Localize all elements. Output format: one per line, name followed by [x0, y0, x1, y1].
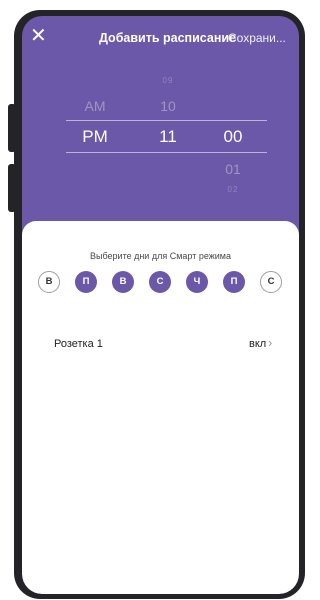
minute-option-below[interactable]: 01: [208, 161, 258, 177]
save-button[interactable]: Сохрани...: [228, 31, 288, 45]
header: ✕ Добавить расписание Сохрани...: [22, 16, 299, 60]
day-selector: В П В С Ч П С: [38, 271, 299, 295]
day-button-friday[interactable]: П: [223, 271, 245, 293]
day-button-wednesday[interactable]: С: [149, 271, 171, 293]
socket-row[interactable]: Розетка 1 вкл ›: [22, 335, 299, 355]
day-button-saturday[interactable]: С: [260, 271, 282, 293]
selection-line-bottom: [66, 152, 267, 153]
ampm-selected[interactable]: PM: [70, 127, 120, 147]
socket-state: вкл: [249, 338, 267, 350]
time-picker[interactable]: 09 AM 10 PM 11 00 01 02: [22, 60, 299, 230]
close-icon[interactable]: ✕: [30, 26, 47, 46]
schedule-sheet: Выберите дни для Смарт режима В П В С Ч …: [22, 221, 299, 594]
screen: ✕ Добавить расписание Сохрани... 09 AM 1…: [22, 16, 299, 594]
volume-down-button: [8, 164, 16, 212]
minute-selected[interactable]: 00: [208, 127, 258, 147]
page-title: Добавить расписание: [99, 31, 237, 45]
socket-name: Розетка 1: [54, 338, 103, 350]
ampm-option-am[interactable]: AM: [70, 98, 120, 114]
day-button-sunday[interactable]: В: [38, 271, 60, 293]
hour-selected[interactable]: 11: [148, 127, 188, 147]
days-prompt: Выберите дни для Смарт режима: [90, 251, 231, 261]
day-button-thursday[interactable]: Ч: [186, 271, 208, 293]
hour-option-above[interactable]: 10: [148, 98, 188, 114]
selection-line-top: [66, 120, 267, 121]
day-button-tuesday[interactable]: В: [112, 271, 134, 293]
hour-option-top[interactable]: 09: [148, 76, 188, 85]
volume-up-button: [8, 104, 16, 152]
chevron-right-icon: ›: [268, 335, 273, 350]
day-button-monday[interactable]: П: [75, 271, 97, 293]
minute-option-bottom[interactable]: 02: [208, 185, 258, 194]
